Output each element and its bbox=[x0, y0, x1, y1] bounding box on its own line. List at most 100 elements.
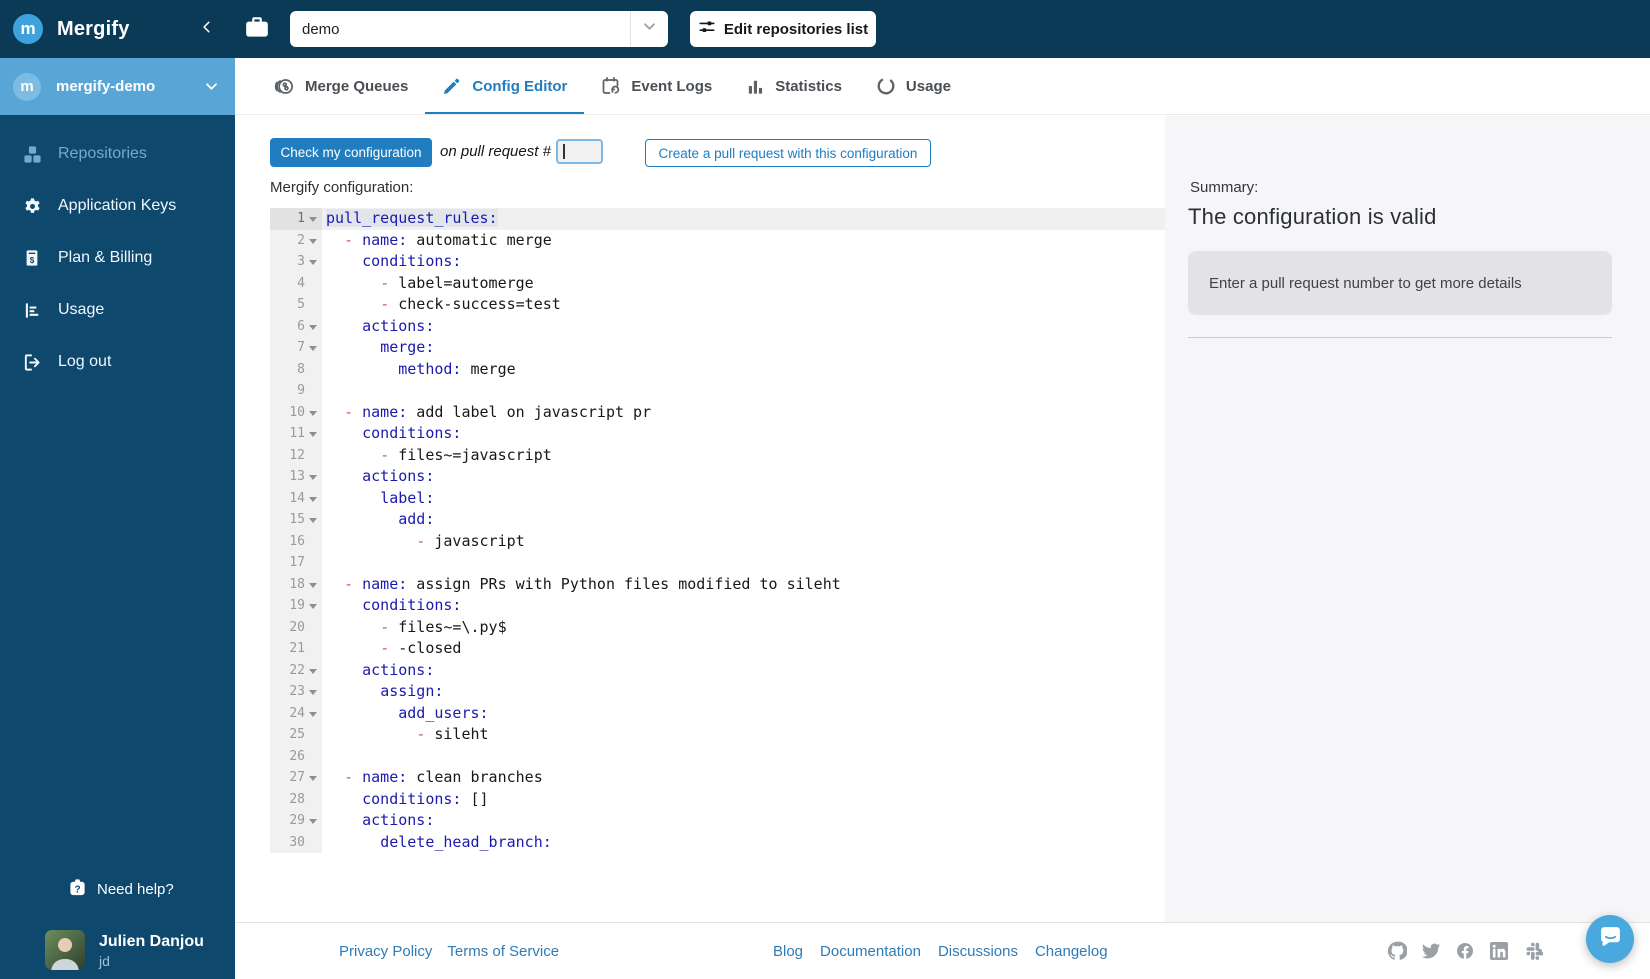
tab-statistics[interactable]: Statistics bbox=[729, 58, 859, 114]
check-configuration-button[interactable]: Check my configuration bbox=[270, 138, 432, 167]
fold-toggle-icon[interactable] bbox=[309, 260, 317, 265]
line-number: 1 bbox=[270, 208, 322, 230]
logout-icon bbox=[22, 353, 42, 372]
configuration-label: Mergify configuration: bbox=[270, 179, 413, 196]
footer-link-blog[interactable]: Blog bbox=[773, 943, 803, 960]
fold-toggle-icon[interactable] bbox=[309, 217, 317, 222]
sidebar-org-selector[interactable]: m mergify-demo bbox=[0, 58, 235, 115]
fold-toggle-icon[interactable] bbox=[309, 518, 317, 523]
code-line-text: assign: bbox=[322, 681, 1165, 703]
repository-input[interactable] bbox=[290, 11, 628, 47]
line-number: 15 bbox=[270, 509, 322, 531]
footer-resource-links: Blog Documentation Discussions Changelog bbox=[773, 923, 1108, 979]
summary-hint-text: Enter a pull request number to get more … bbox=[1209, 275, 1522, 292]
code-line-text: delete_head_branch: bbox=[322, 832, 1165, 854]
config-editor[interactable]: 1pull_request_rules:2 - name: automatic … bbox=[270, 208, 1165, 854]
line-number: 3 bbox=[270, 251, 322, 273]
code-line-text: - name: automatic merge bbox=[322, 230, 1165, 252]
editor-line: 19 conditions: bbox=[270, 595, 1165, 617]
repository-dropdown-toggle[interactable] bbox=[630, 11, 668, 47]
footer-link-documentation[interactable]: Documentation bbox=[820, 943, 921, 960]
code-line-text: merge: bbox=[322, 337, 1165, 359]
sidebar-item-usage[interactable]: Usage bbox=[0, 284, 235, 336]
sidebar-item-application-keys[interactable]: Application Keys bbox=[0, 180, 235, 232]
tab-merge-queues[interactable]: Merge Queues bbox=[253, 58, 425, 114]
fold-toggle-icon[interactable] bbox=[309, 712, 317, 717]
line-number: 9 bbox=[270, 380, 322, 402]
slack-icon[interactable] bbox=[1523, 941, 1543, 961]
editor-line: 24 add_users: bbox=[270, 703, 1165, 725]
chat-bubble-icon bbox=[1598, 924, 1623, 954]
code-line-text: actions: bbox=[322, 316, 1165, 338]
usage-chart-icon bbox=[22, 301, 42, 320]
tab-bar: Merge QueuesConfig EditorEvent Logs Stati… bbox=[235, 58, 1650, 115]
create-pull-request-button[interactable]: Create a pull request with this configur… bbox=[645, 139, 931, 167]
editor-line: 2 - name: automatic merge bbox=[270, 230, 1165, 252]
line-number: 20 bbox=[270, 617, 322, 639]
fold-toggle-icon[interactable] bbox=[309, 325, 317, 330]
editor-line: 1pull_request_rules: bbox=[270, 208, 1165, 230]
chat-widget-button[interactable] bbox=[1586, 915, 1634, 963]
github-icon[interactable] bbox=[1387, 941, 1407, 961]
fold-toggle-icon[interactable] bbox=[309, 776, 317, 781]
edit-repositories-button[interactable]: Edit repositories list bbox=[690, 11, 876, 47]
line-number: 22 bbox=[270, 660, 322, 682]
line-number: 4 bbox=[270, 273, 322, 295]
fold-toggle-icon[interactable] bbox=[309, 604, 317, 609]
fold-toggle-icon[interactable] bbox=[309, 497, 317, 502]
editor-line: 6 actions: bbox=[270, 316, 1165, 338]
line-number: 5 bbox=[270, 294, 322, 316]
editor-line: 22 actions: bbox=[270, 660, 1165, 682]
code-line-text: label: bbox=[322, 488, 1165, 510]
tab-usage[interactable]: Usage bbox=[859, 58, 968, 114]
editor-line: 13 actions: bbox=[270, 466, 1165, 488]
fold-toggle-icon[interactable] bbox=[309, 432, 317, 437]
fold-toggle-icon[interactable] bbox=[309, 346, 317, 351]
fold-toggle-icon[interactable] bbox=[309, 411, 317, 416]
code-line-text: conditions: [] bbox=[322, 789, 1165, 811]
fold-toggle-icon[interactable] bbox=[309, 690, 317, 695]
facebook-icon[interactable] bbox=[1455, 941, 1475, 961]
line-number: 12 bbox=[270, 445, 322, 467]
tab-label: Statistics bbox=[775, 78, 842, 95]
bar-chart-icon bbox=[746, 77, 765, 96]
summary-hint-box: Enter a pull request number to get more … bbox=[1188, 251, 1612, 315]
editor-line: 18 - name: assign PRs with Python files … bbox=[270, 574, 1165, 596]
on-pull-request-label: on pull request # bbox=[440, 143, 551, 160]
sidebar-item-plan-billing[interactable]: $Plan & Billing bbox=[0, 232, 235, 284]
fold-toggle-icon[interactable] bbox=[309, 239, 317, 244]
editor-line: 28 conditions: [] bbox=[270, 789, 1165, 811]
fold-toggle-icon[interactable] bbox=[309, 475, 317, 480]
sidebar-item-repositories[interactable]: Repositories bbox=[0, 128, 235, 180]
fold-toggle-icon[interactable] bbox=[309, 669, 317, 674]
merge-queues-icon bbox=[270, 76, 295, 97]
line-number: 17 bbox=[270, 552, 322, 574]
organization-switcher-button[interactable] bbox=[243, 17, 271, 41]
code-line-text: conditions: bbox=[322, 595, 1165, 617]
code-line-text: - javascript bbox=[322, 531, 1165, 553]
code-line-text: actions: bbox=[322, 466, 1165, 488]
code-line-text: conditions: bbox=[322, 251, 1165, 273]
need-help-link[interactable]: ? Need help? bbox=[68, 878, 174, 901]
editor-line: 27 - name: clean branches bbox=[270, 767, 1165, 789]
collapse-sidebar-button[interactable] bbox=[196, 17, 218, 41]
fold-toggle-icon[interactable] bbox=[309, 819, 317, 824]
line-number: 13 bbox=[270, 466, 322, 488]
mergify-logo-icon[interactable]: m bbox=[13, 14, 43, 44]
twitter-icon[interactable] bbox=[1421, 941, 1441, 961]
editor-line: 8 method: merge bbox=[270, 359, 1165, 381]
linkedin-icon[interactable] bbox=[1489, 941, 1509, 961]
footer-link-changelog[interactable]: Changelog bbox=[1035, 943, 1108, 960]
chevron-down-icon bbox=[204, 79, 219, 94]
pull-request-number-input[interactable] bbox=[556, 139, 603, 164]
tab-event-logs[interactable]: Event Logs bbox=[584, 58, 729, 114]
footer-link-privacy-policy[interactable]: Privacy Policy bbox=[339, 943, 432, 960]
sidebar-item-log-out[interactable]: Log out bbox=[0, 336, 235, 388]
line-number: 18 bbox=[270, 574, 322, 596]
user-menu[interactable]: Julien Danjou jd bbox=[45, 930, 204, 971]
footer-link-terms-of-service[interactable]: Terms of Service bbox=[447, 943, 559, 960]
footer-link-discussions[interactable]: Discussions bbox=[938, 943, 1018, 960]
tab-config-editor[interactable]: Config Editor bbox=[425, 58, 584, 114]
footer-social-links bbox=[1387, 923, 1543, 979]
fold-toggle-icon[interactable] bbox=[309, 583, 317, 588]
